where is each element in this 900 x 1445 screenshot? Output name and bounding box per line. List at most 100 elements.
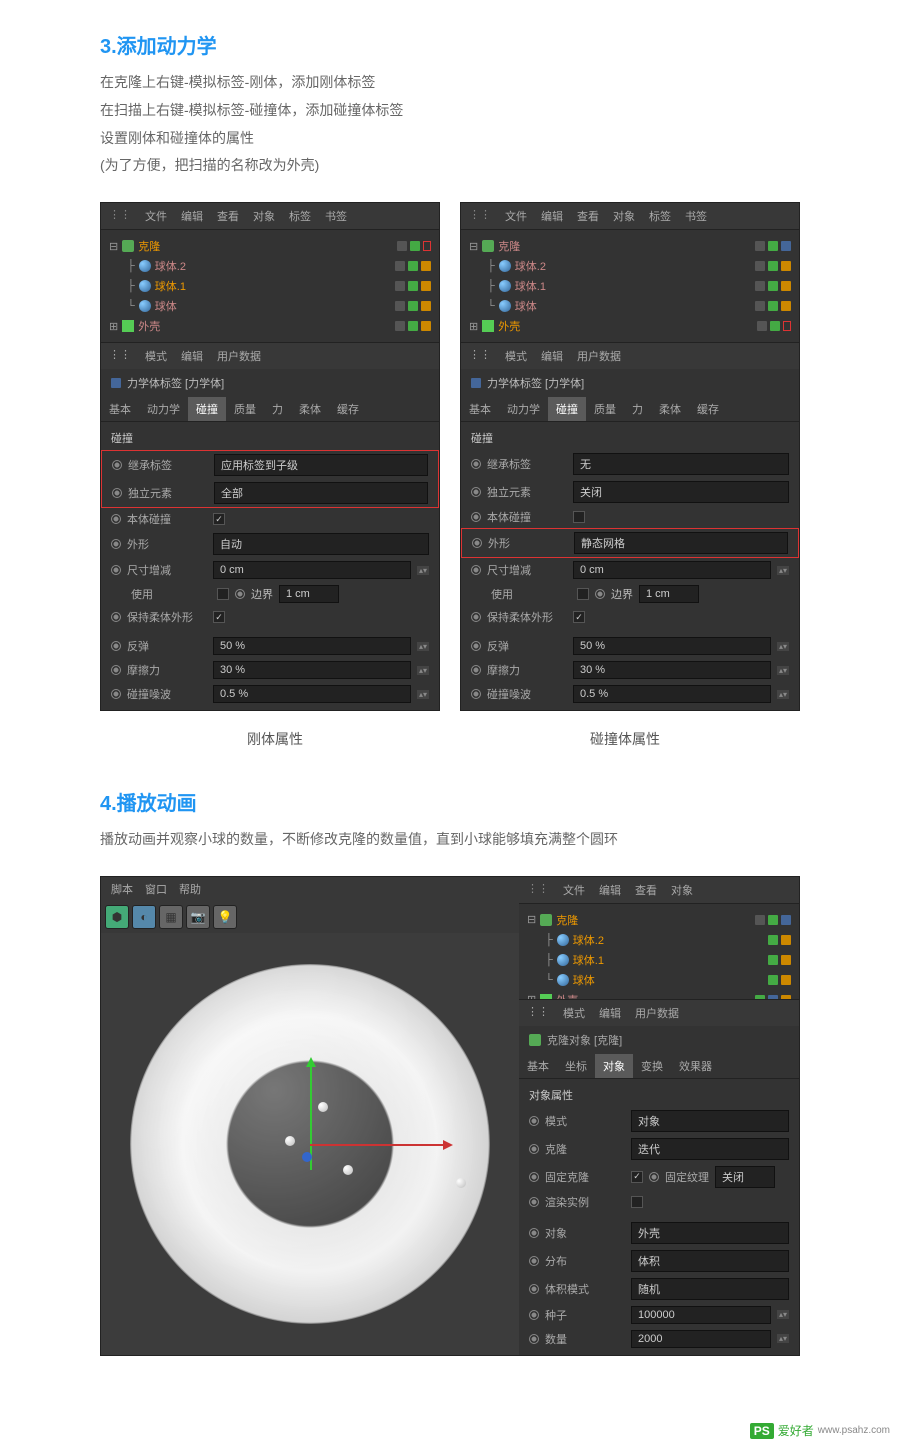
radio-icon[interactable]: [471, 487, 481, 497]
count-input[interactable]: 2000: [631, 1330, 771, 1348]
use-check[interactable]: [217, 588, 229, 600]
radio-icon[interactable]: [112, 460, 122, 470]
mode-dropdown[interactable]: 对象: [631, 1110, 789, 1132]
radio-icon[interactable]: [111, 565, 121, 575]
vp-menu-script[interactable]: 脚本: [111, 881, 133, 897]
shape-dropdown[interactable]: 静态网格: [574, 532, 788, 554]
tab-mass[interactable]: 质量: [226, 397, 264, 421]
tab-soft[interactable]: 柔体: [651, 397, 689, 421]
radio-icon[interactable]: [649, 1172, 659, 1182]
tree-sphere2[interactable]: ├球体.2: [469, 256, 791, 276]
tree-clone[interactable]: ⊟克隆: [469, 236, 791, 256]
menu-edit[interactable]: 编辑: [181, 208, 203, 224]
attr-userdata[interactable]: 用户数据: [577, 348, 621, 364]
bounce-input[interactable]: 50 %: [573, 637, 771, 655]
radio-icon[interactable]: [111, 514, 121, 524]
attr-edit[interactable]: 编辑: [599, 1005, 621, 1021]
vp-menu-help[interactable]: 帮助: [179, 881, 201, 897]
attr-mode[interactable]: 模式: [563, 1005, 585, 1021]
tree-sphere[interactable]: └球体: [469, 296, 791, 316]
tab-dynamics[interactable]: 动力学: [139, 397, 188, 421]
spinner-icon[interactable]: ▴▾: [777, 666, 789, 675]
menu-bookmark[interactable]: 书签: [325, 208, 347, 224]
menu-file[interactable]: 文件: [145, 208, 167, 224]
radio-icon[interactable]: [471, 641, 481, 651]
fixclone-check[interactable]: ✓: [631, 1171, 643, 1183]
tree-shell[interactable]: ⊞外壳: [109, 316, 431, 336]
volmode-dropdown[interactable]: 随机: [631, 1278, 789, 1300]
radio-icon[interactable]: [112, 488, 122, 498]
radio-icon[interactable]: [471, 459, 481, 469]
menu-file[interactable]: 文件: [505, 208, 527, 224]
noise-input[interactable]: 0.5 %: [573, 685, 771, 703]
tool-3-icon[interactable]: ▦: [159, 905, 183, 929]
seed-input[interactable]: 100000: [631, 1306, 771, 1324]
spinner-icon[interactable]: ▴▾: [777, 642, 789, 651]
selfcol-check[interactable]: [573, 511, 585, 523]
tab-soft[interactable]: 柔体: [291, 397, 329, 421]
tab-coord[interactable]: 坐标: [557, 1054, 595, 1078]
tab-force[interactable]: 力: [624, 397, 651, 421]
radio-icon[interactable]: [529, 1116, 539, 1126]
tool-light-icon[interactable]: 💡: [213, 905, 237, 929]
radio-icon[interactable]: [529, 1284, 539, 1294]
radio-icon[interactable]: [529, 1334, 539, 1344]
menu-tags[interactable]: 标签: [289, 208, 311, 224]
keepsoft-check[interactable]: ✓: [573, 611, 585, 623]
fixtex-dropdown[interactable]: 关闭: [715, 1166, 775, 1188]
tree-clone[interactable]: ⊟克隆: [527, 910, 791, 930]
menu-bookmark[interactable]: 书签: [685, 208, 707, 224]
attr-edit[interactable]: 编辑: [541, 348, 563, 364]
tab-transform[interactable]: 变换: [633, 1054, 671, 1078]
attr-edit[interactable]: 编辑: [181, 348, 203, 364]
spinner-icon[interactable]: ▴▾: [777, 1334, 789, 1343]
tree-sphere[interactable]: └球体: [527, 970, 791, 990]
radio-icon[interactable]: [235, 589, 245, 599]
side-edit[interactable]: 编辑: [599, 882, 621, 898]
radio-icon[interactable]: [111, 665, 121, 675]
radio-icon[interactable]: [111, 539, 121, 549]
spinner-icon[interactable]: ▴▾: [417, 690, 429, 699]
radio-icon[interactable]: [529, 1228, 539, 1238]
sizeinc-input[interactable]: 0 cm: [213, 561, 411, 579]
menu-edit[interactable]: 编辑: [541, 208, 563, 224]
tab-dynamics[interactable]: 动力学: [499, 397, 548, 421]
clone-dropdown[interactable]: 迭代: [631, 1138, 789, 1160]
tab-collision[interactable]: 碰撞: [548, 397, 586, 421]
bounce-input[interactable]: 50 %: [213, 637, 411, 655]
tree-sphere2[interactable]: ├球体.2: [109, 256, 431, 276]
attr-userdata[interactable]: 用户数据: [217, 348, 261, 364]
side-view[interactable]: 查看: [635, 882, 657, 898]
side-obj[interactable]: 对象: [671, 882, 693, 898]
boundary-input[interactable]: 1 cm: [639, 585, 699, 603]
viewport-canvas[interactable]: [101, 933, 519, 1355]
tab-mass[interactable]: 质量: [586, 397, 624, 421]
tab-basic[interactable]: 基本: [519, 1054, 557, 1078]
spinner-icon[interactable]: ▴▾: [777, 1310, 789, 1319]
menu-object[interactable]: 对象: [613, 208, 635, 224]
menu-view[interactable]: 查看: [577, 208, 599, 224]
noise-input[interactable]: 0.5 %: [213, 685, 411, 703]
friction-input[interactable]: 30 %: [213, 661, 411, 679]
spinner-icon[interactable]: ▴▾: [777, 690, 789, 699]
tool-1-icon[interactable]: ⬢: [105, 905, 129, 929]
selfcol-check[interactable]: ✓: [213, 513, 225, 525]
spinner-icon[interactable]: ▴▾: [417, 666, 429, 675]
radio-icon[interactable]: [111, 612, 121, 622]
tab-force[interactable]: 力: [264, 397, 291, 421]
radio-icon[interactable]: [529, 1310, 539, 1320]
shape-dropdown[interactable]: 自动: [213, 533, 429, 555]
radio-icon[interactable]: [529, 1144, 539, 1154]
inherit-dropdown[interactable]: 无: [573, 453, 789, 475]
sizeinc-input[interactable]: 0 cm: [573, 561, 771, 579]
spinner-icon[interactable]: ▴▾: [777, 566, 789, 575]
tree-sphere1[interactable]: ├球体.1: [469, 276, 791, 296]
keepsoft-check[interactable]: ✓: [213, 611, 225, 623]
tab-basic[interactable]: 基本: [461, 397, 499, 421]
tab-collision[interactable]: 碰撞: [188, 397, 226, 421]
tree-sphere1[interactable]: ├球体.1: [109, 276, 431, 296]
boundary-input[interactable]: 1 cm: [279, 585, 339, 603]
radio-icon[interactable]: [472, 538, 482, 548]
tree-clone[interactable]: ⊟ 克隆: [109, 236, 431, 256]
tree-shell[interactable]: ⊞外壳: [469, 316, 791, 336]
